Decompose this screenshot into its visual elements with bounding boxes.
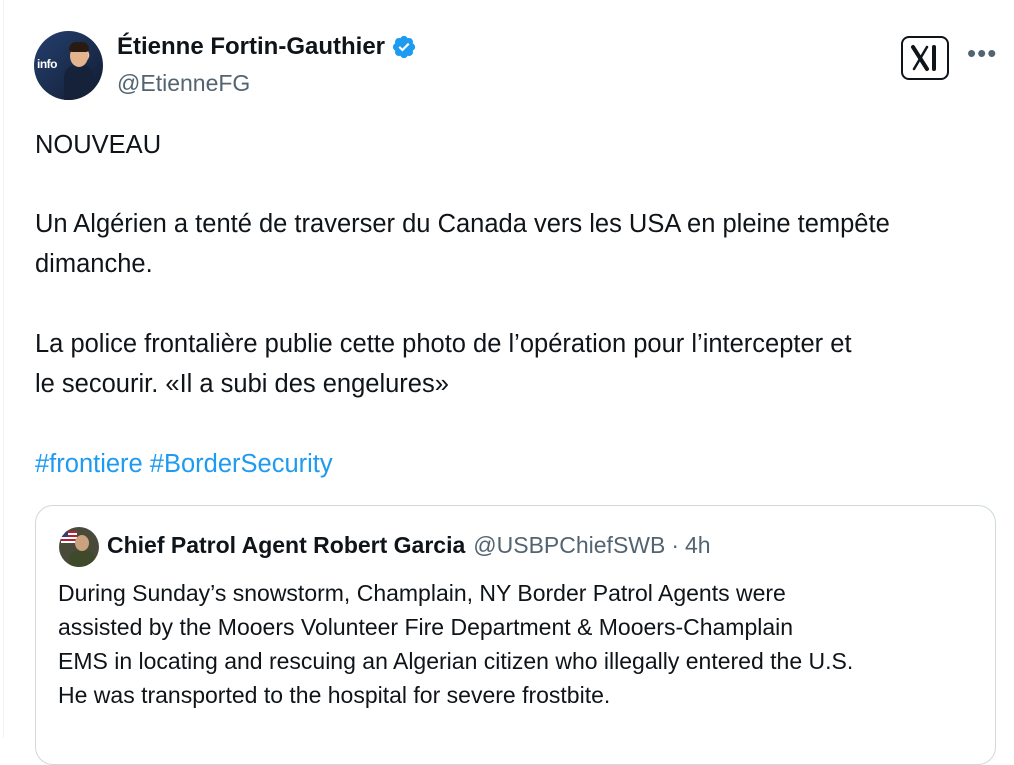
post-text-line: La police frontalière publie cette photo… bbox=[35, 330, 852, 358]
author-name-row[interactable]: Étienne Fortin-Gauthier bbox=[117, 33, 417, 61]
quoted-text-line: During Sunday’s snowstorm, Champlain, NY… bbox=[58, 580, 786, 606]
quoted-separator: · bbox=[671, 532, 680, 558]
x-logo-icon[interactable] bbox=[901, 36, 949, 80]
post-hashtags[interactable]: #frontiere #BorderSecurity bbox=[35, 445, 333, 484]
author-handle[interactable]: @EtienneFG bbox=[117, 70, 250, 97]
post-text-line: le secourir. «Il a subi des engelures» bbox=[35, 370, 449, 398]
tweet-card: info Étienne Fortin-Gauthier @EtienneFG … bbox=[3, 0, 1014, 765]
verified-badge-icon bbox=[392, 35, 416, 59]
author-avatar[interactable]: info bbox=[34, 31, 103, 100]
quoted-timestamp[interactable]: 4h bbox=[685, 532, 711, 559]
quoted-author-name[interactable]: Chief Patrol Agent Robert Garcia bbox=[107, 532, 465, 559]
author-name[interactable]: Étienne Fortin-Gauthier bbox=[117, 33, 385, 61]
post-text-line: NOUVEAU bbox=[35, 131, 162, 159]
post-text-line: dimanche. bbox=[35, 250, 153, 278]
quoted-author-handle[interactable]: @USBPChiefSWB bbox=[473, 532, 665, 559]
quoted-text-line: He was transported to the hospital for s… bbox=[58, 682, 611, 708]
avatar-logo-text: info bbox=[37, 57, 58, 71]
quoted-header: Chief Patrol Agent Robert Garcia @USBPCh… bbox=[107, 532, 711, 559]
post-text-line: Un Algérien a tenté de traverser du Cana… bbox=[35, 210, 890, 238]
x-glyph bbox=[911, 45, 936, 71]
quoted-tweet[interactable]: Chief Patrol Agent Robert Garcia @USBPCh… bbox=[35, 505, 996, 765]
quoted-text-line: assisted by the Mooers Volunteer Fire De… bbox=[58, 614, 794, 640]
quoted-body: During Sunday’s snowstorm, Champlain, NY… bbox=[58, 576, 988, 712]
quoted-author-avatar[interactable] bbox=[59, 527, 99, 567]
quoted-text-line: EMS in locating and rescuing an Algerian… bbox=[58, 648, 854, 674]
more-options-icon[interactable]: ••• bbox=[967, 40, 997, 66]
